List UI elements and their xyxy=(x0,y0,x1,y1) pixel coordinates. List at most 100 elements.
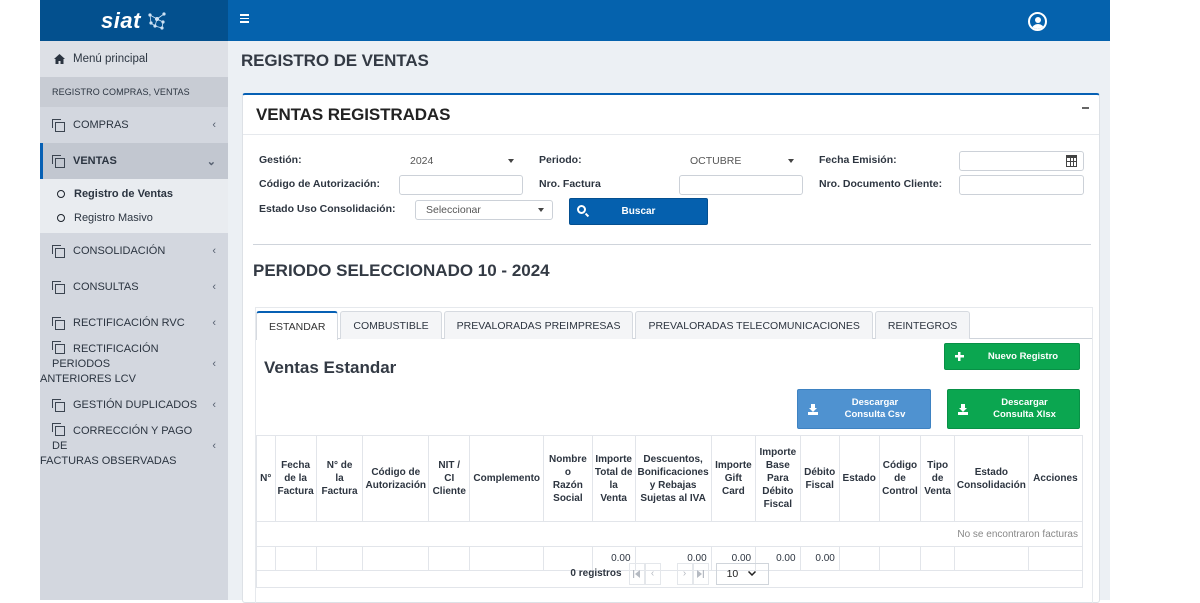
sidebar-item-label: CORRECCIÓN Y PAGO DE FACTURAS OBSERVADAS xyxy=(40,423,206,469)
page-title: REGISTRO DE VENTAS xyxy=(241,51,429,70)
column-header: Código de Control xyxy=(878,435,922,522)
nro-factura-label: Nro. Factura xyxy=(539,178,601,190)
sidebar-item-label: GESTIÓN DUPLICADOS xyxy=(73,399,198,411)
column-header: Complemento xyxy=(469,435,545,522)
column-header: Descuentos, Bonificaciones y Rebajas Sujeta… xyxy=(634,435,712,522)
tab-estandar[interactable]: ESTANDAR xyxy=(256,311,339,340)
estado-uso-label: Estado Uso Consolidación: xyxy=(259,203,396,215)
nro-factura-input[interactable] xyxy=(679,175,803,195)
subitem-label: Registro de Ventas xyxy=(74,188,174,200)
record-count: 0 registros xyxy=(570,568,622,579)
period-title: PERIODO SELECCIONADO 10 - 2024 xyxy=(253,261,550,280)
nro-documento-input[interactable] xyxy=(959,175,1084,195)
column-header: Acciones xyxy=(1027,435,1084,522)
buscar-label: Buscar xyxy=(621,206,656,217)
gestion-label: Gestión: xyxy=(259,154,302,166)
copy-icon xyxy=(52,281,65,294)
sidebar-item-label: VENTAS xyxy=(73,155,117,167)
topbar xyxy=(228,0,1110,41)
main-content: REGISTRO DE VENTAS VENTAS REGISTRADAS Ge… xyxy=(228,41,1110,603)
nuevo-registro-button[interactable]: Nuevo Registro xyxy=(944,343,1080,370)
column-header: Débito Fiscal xyxy=(799,435,840,522)
sidebar-item-label: COMPRAS xyxy=(73,119,129,131)
sidebar-item-rectificacion-rvc[interactable]: RECTIFICACIÓN RVC ‹ xyxy=(40,305,228,341)
copy-icon xyxy=(52,341,65,354)
copy-icon xyxy=(52,119,65,132)
nro-documento-label: Nro. Documento Cliente: xyxy=(819,178,943,190)
descargar-xlsx-button[interactable]: Descargar Consulta Xlsx xyxy=(947,389,1080,429)
fecha-emision-input[interactable] xyxy=(959,151,1084,171)
page-size-select[interactable]: 10 xyxy=(715,562,769,585)
column-header: Código de Autorización xyxy=(362,435,430,522)
column-header: Importe Base Para Débito Fiscal xyxy=(755,435,801,522)
empty-message: No se encontraron facturas xyxy=(256,521,1083,547)
tab-reintegros[interactable]: REINTEGROS xyxy=(874,311,971,339)
circle-icon xyxy=(57,190,65,198)
codigo-autorizacion-input[interactable] xyxy=(399,175,523,195)
sidebar-home-link[interactable]: Menú principal xyxy=(40,41,228,77)
ventas-table: N° Fecha de la Factura N° de la Factura Código … xyxy=(256,435,1084,571)
ventas-panel: VENTAS REGISTRADAS Gestión: 2024 Periodo… xyxy=(242,93,1100,603)
chevron-down-icon: ⌄ xyxy=(206,155,216,168)
tab-combustible[interactable]: COMBUSTIBLE xyxy=(340,311,442,339)
estado-uso-select[interactable]: Seleccionar xyxy=(415,200,553,220)
table-header-row: N° Fecha de la Factura N° de la Factura Código … xyxy=(256,435,1084,522)
descargar-csv-button[interactable]: Descargar Consulta Csv xyxy=(797,389,931,429)
sidebar-item-correccion-pago[interactable]: CORRECCIÓN Y PAGO DE FACTURAS OBSERVADAS… xyxy=(40,423,228,469)
copy-icon xyxy=(52,155,65,168)
home-icon xyxy=(54,54,65,64)
copy-icon xyxy=(52,245,65,258)
chevron-left-icon: ‹ xyxy=(212,440,216,452)
menu-toggle-icon[interactable] xyxy=(240,14,249,25)
sidebar-subitem-registro-ventas[interactable]: Registro de Ventas xyxy=(40,182,228,206)
sidebar-item-rectificacion-periodos[interactable]: RECTIFICACIÓN PERIODOS ANTERIORES LCV ‹ xyxy=(40,341,228,387)
divider xyxy=(253,244,1091,245)
brand-logo[interactable]: siat xyxy=(40,0,228,41)
first-page-button[interactable] xyxy=(628,562,645,585)
next-page-button[interactable]: › xyxy=(676,562,693,585)
sidebar-submenu-ventas: Registro de Ventas Registro Masivo xyxy=(40,179,228,233)
periodo-label: Periodo: xyxy=(539,154,582,166)
column-header: Estado Consolidación xyxy=(953,435,1029,522)
column-header: N° de la Factura xyxy=(315,435,364,522)
copy-icon xyxy=(52,317,65,330)
caret-down-icon xyxy=(508,159,514,163)
column-header: NIT / CI Cliente xyxy=(428,435,471,522)
collapse-icon[interactable] xyxy=(1082,107,1089,109)
sidebar: siat Menú principal REGISTRO COMPRAS, VE… xyxy=(40,0,228,600)
download-icon xyxy=(808,404,818,415)
label-line-1: CORRECCIÓN Y PAGO DE xyxy=(52,425,193,452)
panel-title: VENTAS REGISTRADAS xyxy=(256,104,451,124)
sidebar-item-ventas[interactable]: VENTAS ⌄ xyxy=(40,143,228,179)
label-line-1: RECTIFICACIÓN PERIODOS xyxy=(52,343,159,370)
prev-page-button[interactable]: ‹ xyxy=(644,562,661,585)
home-label: Menú principal xyxy=(73,53,148,65)
tab-prevaloradas-preimpresas[interactable]: PREVALORADAS PREIMPRESAS xyxy=(443,311,634,339)
periodo-select[interactable]: OCTUBRE xyxy=(679,151,803,171)
label-line-2: ANTERIORES LCV xyxy=(40,373,136,385)
last-page-button[interactable] xyxy=(692,562,709,585)
section-title: Ventas Estandar xyxy=(264,358,397,377)
chevron-left-icon: ‹ xyxy=(212,245,216,257)
sidebar-item-label: CONSOLIDACIÓN xyxy=(73,245,166,257)
sidebar-item-consultas[interactable]: CONSULTAS ‹ xyxy=(40,269,228,305)
user-account-icon[interactable] xyxy=(1028,12,1047,31)
sidebar-item-label: RECTIFICACIÓN RVC xyxy=(73,317,185,329)
tabs-container: ESTANDAR COMBUSTIBLE PREVALORADAS PREIMP… xyxy=(255,307,1093,603)
caret-down-icon xyxy=(538,208,544,212)
sidebar-subitem-registro-masivo[interactable]: Registro Masivo xyxy=(40,206,228,230)
chevron-left-icon: ‹ xyxy=(212,119,216,131)
sidebar-item-consolidacion[interactable]: CONSOLIDACIÓN ‹ xyxy=(40,233,228,269)
fecha-emision-label: Fecha Emisión: xyxy=(819,154,897,166)
gestion-select[interactable]: 2024 xyxy=(399,151,523,171)
page-size-value: 10 xyxy=(726,567,739,580)
circle-icon xyxy=(57,214,65,222)
tab-prevaloradas-telecomunicaciones[interactable]: PREVALORADAS TELECOMUNICACIONES xyxy=(635,311,873,339)
column-header: Estado xyxy=(838,435,880,522)
calendar-icon[interactable] xyxy=(1066,155,1077,167)
tab-bar: ESTANDAR COMBUSTIBLE PREVALORADAS PREIMP… xyxy=(256,311,1092,340)
caret-down-icon xyxy=(788,159,794,163)
buscar-button[interactable]: Buscar xyxy=(569,198,708,225)
sidebar-item-gestion-duplicados[interactable]: GESTIÓN DUPLICADOS ‹ xyxy=(40,387,228,423)
sidebar-item-compras[interactable]: COMPRAS ‹ xyxy=(40,107,228,143)
